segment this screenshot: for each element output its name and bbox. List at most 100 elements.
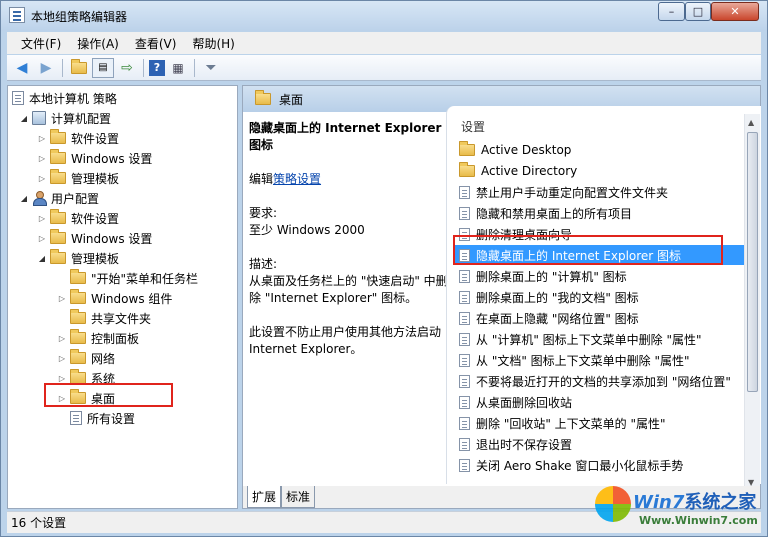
help-icon[interactable]: ? bbox=[149, 59, 165, 76]
tree-item-control-panel[interactable]: ▷ 控制面板 bbox=[56, 328, 139, 348]
folder-icon bbox=[70, 289, 86, 304]
tree-label: 管理模板 bbox=[71, 251, 120, 266]
all-settings-icon bbox=[70, 411, 82, 425]
app-window: 本地组策略编辑器 – □ ✕ 文件(F) 操作(A) 查看(V) 帮助(H) ◀… bbox=[0, 0, 768, 537]
minimize-button[interactable]: – bbox=[658, 2, 685, 21]
setting-icon bbox=[459, 437, 470, 451]
forward-icon[interactable]: ▶ bbox=[35, 58, 57, 78]
menu-action[interactable]: 操作(A) bbox=[69, 33, 127, 54]
tree-item-c-software[interactable]: ▷ 软件设置 bbox=[36, 128, 119, 148]
menu-help[interactable]: 帮助(H) bbox=[184, 33, 242, 54]
tree-item-c-windows[interactable]: ▷ Windows 设置 bbox=[36, 148, 152, 168]
expand-icon[interactable]: ▷ bbox=[56, 354, 68, 363]
status-text: 16 个设置 bbox=[11, 516, 67, 530]
tree-item-u-windows[interactable]: ▷ Windows 设置 bbox=[36, 228, 152, 248]
collapse-icon[interactable]: ◢ bbox=[18, 194, 30, 203]
highlight-box-selected-setting bbox=[453, 235, 723, 265]
expand-icon[interactable]: ▷ bbox=[36, 154, 48, 163]
back-icon[interactable]: ◀ bbox=[11, 58, 33, 78]
settings-list: 设置 Active Desktop Active Directory 禁止用户手… bbox=[446, 106, 761, 484]
menu-file[interactable]: 文件(F) bbox=[13, 33, 69, 54]
list-item[interactable]: 从桌面删除回收站 bbox=[459, 392, 739, 412]
list-item-label: 不要将最近打开的文档的共享添加到 "网络位置" bbox=[476, 374, 731, 389]
vertical-scrollbar[interactable]: ▲ ▼ bbox=[744, 114, 760, 492]
tree-item-c-admin[interactable]: ▷ 管理模板 bbox=[36, 168, 119, 188]
list-item-label: 在桌面上隐藏 "网络位置" 图标 bbox=[476, 311, 639, 326]
edit-policy-link[interactable]: 策略设置 bbox=[273, 172, 321, 186]
setting-icon bbox=[459, 269, 470, 283]
list-item-label: 删除桌面上的 "我的文档" 图标 bbox=[476, 290, 639, 305]
toolbar-separator bbox=[62, 58, 63, 77]
list-item[interactable]: 删除 "回收站" 上下文菜单的 "属性" bbox=[459, 413, 739, 433]
tab-standard[interactable]: 标准 bbox=[281, 486, 316, 508]
filter-icon[interactable]: ⏷ bbox=[200, 58, 222, 78]
tree-label: 网络 bbox=[91, 351, 116, 366]
window-title: 本地组策略编辑器 bbox=[31, 10, 128, 24]
tree-item-win-components[interactable]: ▷ Windows 组件 bbox=[56, 288, 172, 308]
tree-item-all-settings[interactable]: 所有设置 bbox=[70, 408, 135, 428]
properties-icon[interactable]: ▦ bbox=[167, 58, 189, 78]
list-item[interactable]: 从 "文档" 图标上下文菜单中删除 "属性" bbox=[459, 350, 739, 370]
expand-icon[interactable]: ▷ bbox=[36, 174, 48, 183]
expand-icon[interactable]: ▷ bbox=[56, 294, 68, 303]
tree-item-computer-config[interactable]: ◢ 计算机配置 bbox=[18, 108, 111, 128]
scroll-up-icon[interactable]: ▲ bbox=[748, 118, 754, 127]
tree-item-shared-folders[interactable]: 共享文件夹 bbox=[70, 308, 151, 328]
toolbar-separator bbox=[143, 58, 144, 77]
watermark-brand: Win7系统之家 bbox=[633, 488, 756, 514]
list-item-label: 删除 "回收站" 上下文菜单的 "属性" bbox=[476, 416, 666, 431]
list-item[interactable]: Active Directory bbox=[459, 161, 739, 181]
list-item[interactable]: 退出时不保存设置 bbox=[459, 434, 739, 454]
toolbar: ◀ ▶ ▤ ⇨ ? ▦ ⏷ bbox=[7, 55, 761, 81]
list-item-label: 从 "计算机" 图标上下文菜单中删除 "属性" bbox=[476, 332, 702, 347]
requirements-value: 至少 Windows 2000 bbox=[249, 223, 365, 237]
collapse-icon[interactable]: ◢ bbox=[18, 114, 30, 123]
list-item[interactable]: 不要将最近打开的文档的共享添加到 "网络位置" bbox=[459, 371, 739, 391]
description-title: 隐藏桌面上的 Internet Explorer 图标 bbox=[249, 121, 442, 152]
folder-icon bbox=[255, 90, 271, 105]
list-item[interactable]: 从 "计算机" 图标上下文菜单中删除 "属性" bbox=[459, 329, 739, 349]
show-hide-tree-icon[interactable]: ▤ bbox=[92, 57, 114, 78]
expand-icon[interactable]: ▷ bbox=[36, 234, 48, 243]
folder-icon bbox=[70, 309, 86, 324]
close-button[interactable]: ✕ bbox=[711, 2, 759, 21]
description-panel: 隐藏桌面上的 Internet Explorer 图标 编辑策略设置 要求: 至… bbox=[249, 120, 449, 375]
list-item[interactable]: 在桌面上隐藏 "网络位置" 图标 bbox=[459, 308, 739, 328]
menu-view[interactable]: 查看(V) bbox=[127, 33, 185, 54]
list-item[interactable]: 删除桌面上的 "我的文档" 图标 bbox=[459, 287, 739, 307]
tree-item-u-software[interactable]: ▷ 软件设置 bbox=[36, 208, 119, 228]
folder-icon bbox=[70, 349, 86, 364]
maximize-button[interactable]: □ bbox=[685, 2, 711, 21]
tree-label: 软件设置 bbox=[71, 211, 120, 226]
tree-item-root[interactable]: 本地计算机 策略 bbox=[12, 88, 117, 108]
setting-icon bbox=[459, 311, 470, 325]
expand-icon[interactable]: ▷ bbox=[36, 134, 48, 143]
list-item[interactable]: 关闭 Aero Shake 窗口最小化鼠标手势 bbox=[459, 455, 739, 475]
watermark-brand-win: Win7 bbox=[633, 492, 685, 513]
description-text: 从桌面及任务栏上的 "快速启动" 中删除 "Internet Explorer"… bbox=[249, 274, 448, 305]
list-item-label: 退出时不保存设置 bbox=[476, 437, 573, 452]
export-list-icon[interactable]: ⇨ bbox=[116, 58, 138, 78]
tree-item-start-menu[interactable]: "开始"菜单和任务栏 bbox=[70, 268, 198, 288]
tree-item-u-admin[interactable]: ◢ 管理模板 bbox=[36, 248, 119, 268]
column-header-settings[interactable]: 设置 bbox=[461, 118, 485, 135]
collapse-icon[interactable]: ◢ bbox=[36, 254, 48, 263]
tree-item-network[interactable]: ▷ 网络 bbox=[56, 348, 115, 368]
expand-icon[interactable]: ▷ bbox=[36, 214, 48, 223]
list-item-label: 禁止用户手动重定向配置文件文件夹 bbox=[476, 185, 669, 200]
list-item-label: 从桌面删除回收站 bbox=[476, 395, 573, 410]
windows-logo-icon bbox=[595, 486, 631, 522]
list-item[interactable]: Active Desktop bbox=[459, 140, 739, 160]
list-item[interactable]: 隐藏和禁用桌面上的所有项目 bbox=[459, 203, 739, 223]
expand-icon[interactable]: ▷ bbox=[56, 374, 68, 383]
scrollbar-thumb[interactable] bbox=[747, 132, 758, 392]
tree-label: 计算机配置 bbox=[51, 111, 112, 126]
list-item[interactable]: 删除桌面上的 "计算机" 图标 bbox=[459, 266, 739, 286]
edit-prefix: 编辑 bbox=[249, 172, 274, 186]
up-folder-icon[interactable] bbox=[68, 58, 90, 78]
tree-item-user-config[interactable]: ◢ 用户配置 bbox=[18, 188, 99, 208]
list-item[interactable]: 禁止用户手动重定向配置文件文件夹 bbox=[459, 182, 739, 202]
tab-extended[interactable]: 扩展 bbox=[247, 486, 282, 508]
expand-icon[interactable]: ▷ bbox=[56, 334, 68, 343]
setting-icon bbox=[459, 206, 470, 220]
